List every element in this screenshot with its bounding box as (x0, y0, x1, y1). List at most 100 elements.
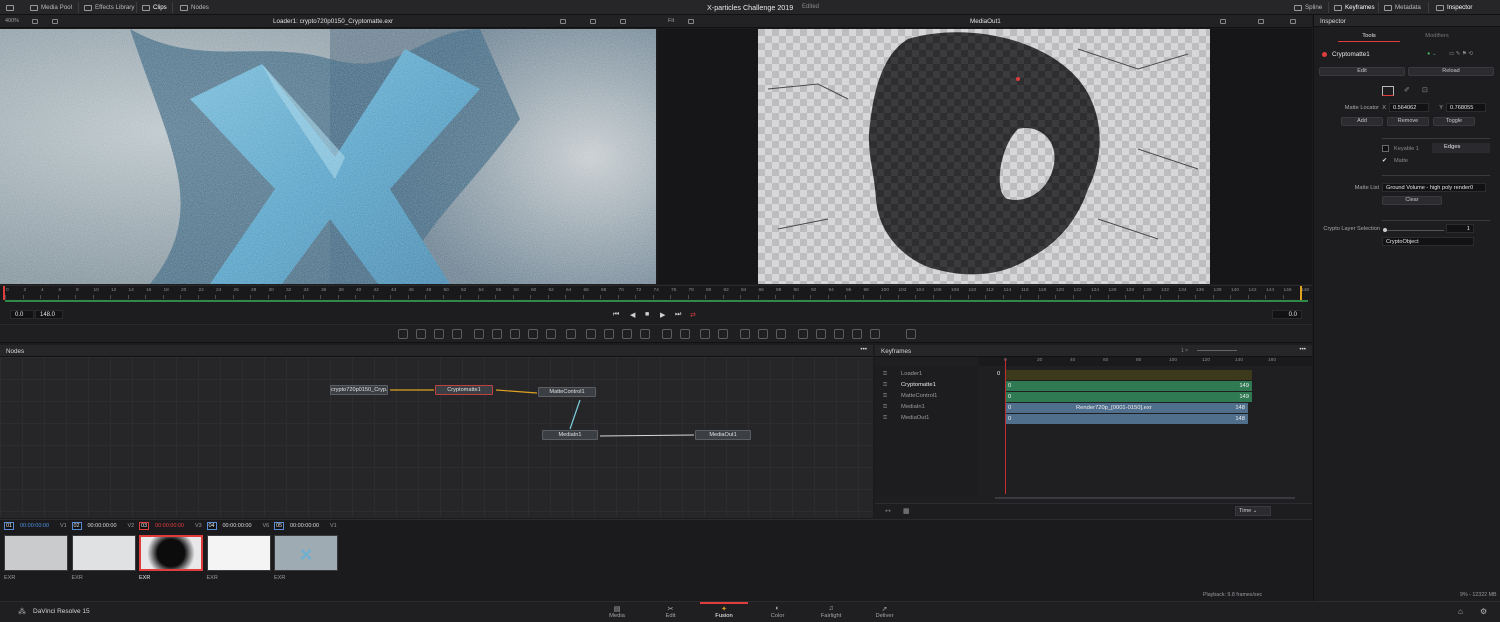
spline-button[interactable]: Spline (1294, 3, 1322, 12)
clip-thumbnail[interactable] (139, 535, 203, 571)
page-tab-fusion[interactable]: ✦ Fusion (704, 605, 744, 619)
right-viewer-zoom[interactable]: Fit (668, 18, 674, 24)
crypto-layer-slider[interactable] (1384, 230, 1444, 231)
right-viewer-canvas[interactable] (758, 29, 1210, 284)
clip-thumbnail[interactable] (71, 535, 136, 571)
lock-icon[interactable]: ⚿ (883, 371, 887, 378)
add-button[interactable]: Add (1341, 117, 1383, 126)
play-button[interactable]: ▶ (660, 311, 665, 319)
saver-tool-icon[interactable] (604, 329, 614, 339)
lock-icon[interactable]: ⚿ (883, 382, 887, 389)
keyframe-track-name[interactable]: Loader1 (901, 371, 922, 377)
brightness-tool-icon[interactable] (510, 329, 520, 339)
controls-tab-icon[interactable] (1382, 86, 1394, 96)
page-tab-edit[interactable]: ✂ Edit (651, 605, 691, 619)
global-start-field[interactable]: 0.0 (10, 310, 34, 319)
viewer-channel-icon[interactable] (590, 19, 596, 24)
shape3d-tool-icon[interactable] (798, 329, 808, 339)
viewer-channel-icon[interactable] (1258, 19, 1264, 24)
clips-button[interactable]: Clips (142, 3, 167, 12)
lock-icon[interactable]: ⚿ (883, 393, 887, 400)
camera-tool-icon[interactable] (776, 329, 786, 339)
tab-tools[interactable]: Tools (1338, 33, 1400, 42)
background-tool-icon[interactable] (398, 329, 408, 339)
clip-thumbnail[interactable]: × (274, 535, 338, 571)
inspector-button[interactable]: Inspector (1436, 3, 1472, 12)
loop-icon[interactable]: ⇄ (690, 311, 696, 319)
matte-list-field[interactable]: Ground Volume - high poly render0 (1382, 183, 1486, 192)
reload-button[interactable]: Reload (1408, 67, 1494, 76)
current-time-field[interactable]: 0.0 (1272, 310, 1302, 319)
loader-tool-icon[interactable] (586, 329, 596, 339)
keyframe-bar[interactable]: 0 148 Render720p_[0001-0150].exr (1006, 403, 1248, 413)
node-mediain[interactable]: MediaIn1 (542, 430, 598, 440)
home-icon[interactable]: ⌂ (1458, 607, 1463, 616)
ruler-playhead[interactable] (3, 286, 5, 300)
color-corrector-tool-icon[interactable] (546, 329, 556, 339)
light-tool-icon[interactable] (816, 329, 826, 339)
stop-button[interactable]: ■ (645, 311, 649, 318)
matte-locator-x-field[interactable]: 0.564062 (1389, 103, 1429, 112)
node-editor[interactable]: crypto720p0150_Cryp... Cryptomatte1 Matt… (0, 357, 873, 518)
particle-force-tool-icon[interactable] (906, 329, 916, 339)
mask-tool-icon[interactable] (640, 329, 650, 339)
go-to-end-button[interactable]: ⏭ (675, 311, 681, 319)
slider-handle[interactable] (1383, 228, 1387, 232)
toggle-button[interactable]: Toggle (1433, 117, 1475, 126)
panel-options-icon[interactable]: ••• (860, 346, 867, 353)
viewer-more-icon[interactable] (620, 19, 626, 24)
lock-icon[interactable]: ⚿ (883, 404, 887, 411)
page-tab-deliver[interactable]: ➚ Deliver (865, 605, 905, 619)
matte-tool-icon[interactable] (566, 329, 576, 339)
settings-tab-icon[interactable]: ✐ (1404, 86, 1410, 94)
viewer-lut-icon[interactable] (52, 19, 58, 24)
keyframe-track-name[interactable]: MatteControl1 (901, 393, 937, 399)
particle-render-tool-icon[interactable] (870, 329, 880, 339)
time-mode-select[interactable]: Time ⌄ (1235, 506, 1271, 516)
renderer-tool-icon[interactable] (834, 329, 844, 339)
tool-options-icons[interactable]: ▭ ✎ ⚑ ⟲ (1449, 51, 1473, 57)
blur-tool-icon[interactable] (528, 329, 538, 339)
polyline-tool-icon[interactable] (718, 329, 728, 339)
clip-thumbnail[interactable] (4, 535, 68, 571)
keyframe-scrollbar[interactable] (995, 497, 1295, 499)
node-cryptomatte[interactable]: Cryptomatte1 (435, 385, 493, 395)
node-mediaout[interactable]: MediaOut1 (695, 430, 751, 440)
remove-button[interactable]: Remove (1387, 117, 1429, 126)
viewer-roi-icon[interactable] (560, 19, 566, 24)
page-tab-fairlight[interactable]: ♫ Fairlight (811, 605, 851, 619)
time-ruler[interactable]: 0 2 4 6 8 10 12 14 16 18 20 22 24 26 28 30 32 34 36 38 40 42 4… (0, 285, 1312, 300)
matte-locator-y-field[interactable]: 0.768055 (1446, 103, 1486, 112)
tab-modifiers[interactable]: Modifiers (1406, 33, 1468, 42)
go-to-start-button[interactable]: ⏮ (613, 311, 619, 319)
global-end-field[interactable]: 148.0 (35, 310, 63, 319)
clip-thumbnail[interactable] (206, 535, 271, 571)
keyframe-track-name[interactable]: Cryptomatte1 (901, 382, 936, 388)
crypto-layer-field[interactable]: 1 (1446, 224, 1474, 233)
page-tab-color[interactable]: ◐ Color (758, 605, 798, 619)
keyframe-bar[interactable]: 0 149 (1006, 381, 1252, 391)
keyable-checkbox[interactable] (1382, 145, 1389, 152)
viewer-roi-icon[interactable] (1220, 19, 1226, 24)
merge-tool-icon[interactable] (492, 329, 502, 339)
text-tool-icon[interactable] (434, 329, 444, 339)
keyframe-bar[interactable]: 0 149 (1006, 392, 1252, 402)
node-loader[interactable]: crypto720p0150_Cryp... (330, 385, 388, 395)
paint-tool-icon[interactable] (416, 329, 426, 339)
lock-icon[interactable]: ⚿ (883, 415, 887, 422)
viewer-more-icon[interactable] (1290, 19, 1296, 24)
tracker-tool-icon[interactable] (740, 329, 750, 339)
table-icon[interactable]: ▦ (903, 507, 910, 515)
clear-button[interactable]: Clear (1382, 196, 1442, 205)
info-tab-icon[interactable]: ⊡ (1422, 86, 1428, 94)
tool-enable-icon[interactable]: ● ⌄ (1427, 51, 1436, 57)
effects-library-button[interactable]: Effects Library (84, 3, 134, 12)
metadata-button[interactable]: Metadata (1384, 3, 1421, 12)
viewer-options-icon[interactable] (32, 19, 38, 24)
matte-checkbox[interactable]: ✔ (1382, 157, 1387, 164)
particle-emitter-tool-icon[interactable] (852, 329, 862, 339)
panel-toggle-icon[interactable] (6, 3, 14, 12)
crypto-object-field[interactable]: CryptoObject (1382, 237, 1474, 246)
node-mattecontrol[interactable]: MatteControl1 (538, 387, 596, 397)
keyframes-button[interactable]: Keyframes (1334, 3, 1375, 12)
